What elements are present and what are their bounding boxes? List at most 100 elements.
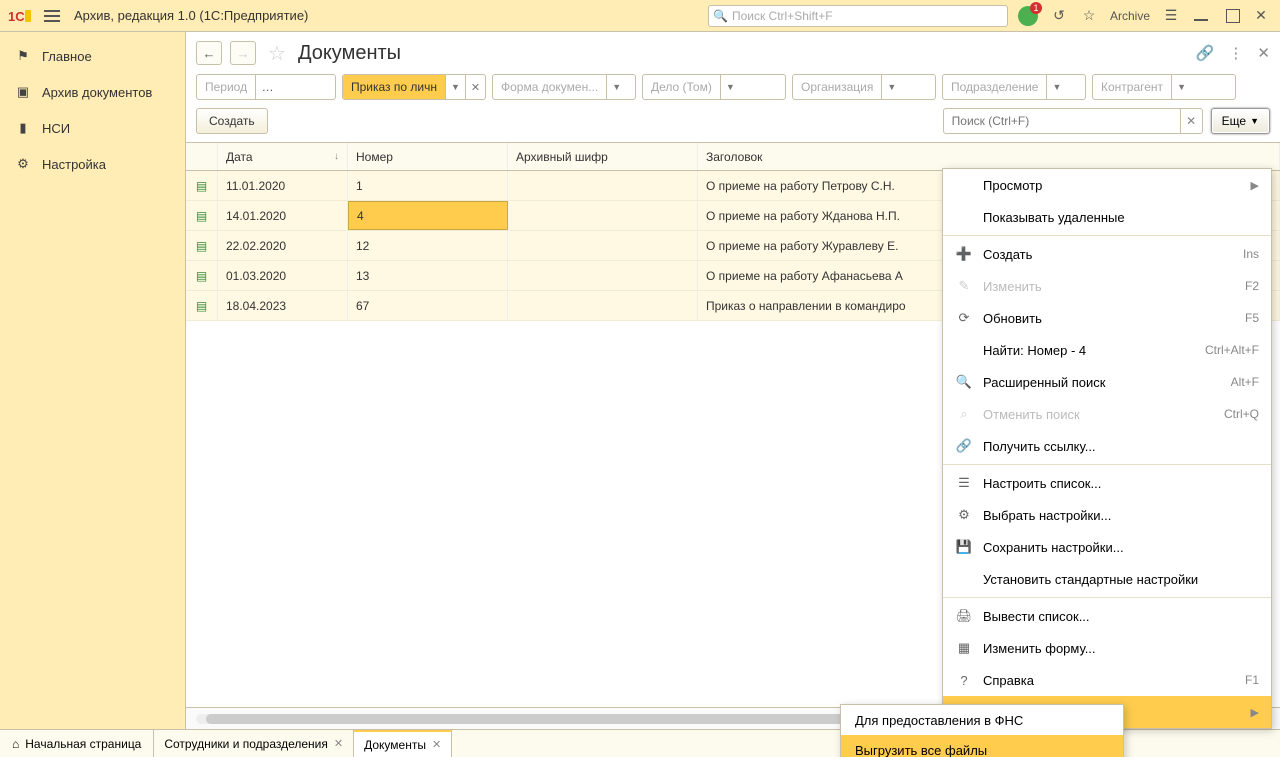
clear-filter-icon[interactable]: ✕ (465, 75, 485, 99)
favorite-toggle-icon[interactable]: ☆ (268, 41, 286, 66)
menu-label: Обновить (983, 311, 1235, 326)
ellipsis-icon[interactable]: … (255, 75, 279, 99)
sidebar: ⚑ Главное ▣ Архив документов ▮ НСИ ⚙ Нас… (0, 32, 186, 729)
sidebar-item-settings[interactable]: ⚙ Настройка (0, 146, 185, 182)
flag-icon: ⚑ (14, 47, 32, 65)
menu-label: Отменить поиск (983, 407, 1214, 422)
sidebar-label: Архив документов (42, 85, 152, 100)
global-search[interactable]: 🔍 Поиск Ctrl+Shift+F (708, 5, 1008, 27)
close-tab-icon[interactable]: ✕ (1257, 44, 1270, 62)
chevron-down-icon[interactable]: ▼ (881, 75, 901, 99)
clear-search-icon[interactable]: ✕ (1180, 109, 1202, 133)
menu-item[interactable]: ▦Изменить форму... (943, 632, 1271, 664)
row-status-icon: ▤ (186, 231, 218, 260)
filter-type[interactable]: Приказ по личн ▼ ✕ (342, 74, 486, 100)
chevron-down-icon[interactable]: ▼ (445, 75, 465, 99)
create-button[interactable]: Создать (196, 108, 268, 134)
more-button[interactable]: Еще ▼ (1211, 108, 1270, 134)
main-area: ← → ☆ Документы 🔗 ⋮ ✕ Период … Приказ по… (186, 32, 1280, 729)
col-number[interactable]: Номер (348, 143, 508, 170)
sidebar-item-nsi[interactable]: ▮ НСИ (0, 110, 185, 146)
col-date[interactable]: Дата↓ (218, 143, 348, 170)
sidebar-label: Главное (42, 49, 92, 64)
minimize-button[interactable] (1192, 7, 1210, 25)
filter-period[interactable]: Период … (196, 74, 336, 100)
row-status-icon: ▤ (186, 201, 218, 230)
filter-form[interactable]: Форма докумен... ▼ (492, 74, 636, 100)
menu-item[interactable]: ⚙Выбрать настройки... (943, 499, 1271, 531)
filter-department[interactable]: Подразделение ▼ (942, 74, 1086, 100)
submenu-item[interactable]: Выгрузить все файлы (841, 735, 1123, 757)
print-icon: 🖨 (955, 608, 973, 624)
grid-search[interactable]: ✕ (943, 108, 1203, 134)
chevron-right-icon: ▶ (1251, 179, 1259, 192)
menu-item[interactable]: ☰ Настроить список... (943, 467, 1271, 499)
row-status-icon: ▤ (186, 291, 218, 320)
history-icon[interactable]: ↺ (1050, 7, 1068, 25)
menu-item[interactable]: Просмотр▶ (943, 169, 1271, 201)
tab-employees[interactable]: Сотрудники и подразделения ✕ (154, 730, 354, 757)
svg-text:1C: 1C (8, 9, 25, 24)
more-menu: Просмотр▶Показывать удаленные ➕СоздатьIns… (942, 168, 1272, 729)
submenu-item[interactable]: Для предоставления в ФНС (841, 705, 1123, 735)
menu-item[interactable]: 💾Сохранить настройки... (943, 531, 1271, 563)
grid-search-input[interactable] (944, 114, 1180, 128)
cell-date: 22.02.2020 (218, 231, 348, 260)
plus-icon: ➕ (955, 246, 973, 262)
kebab-menu-icon[interactable]: ⋮ (1228, 44, 1243, 62)
pencil-icon: ✎ (955, 278, 973, 294)
chevron-down-icon[interactable]: ▼ (720, 75, 740, 99)
link-icon[interactable]: 🔗 (1196, 44, 1215, 62)
close-icon[interactable]: ✕ (334, 737, 343, 750)
menu-item[interactable]: ⟳ОбновитьF5 (943, 302, 1271, 334)
col-archive-code[interactable]: Архивный шифр (508, 143, 698, 170)
tab-label: Документы (364, 738, 426, 752)
sidebar-item-archive[interactable]: ▣ Архив документов (0, 74, 185, 110)
maximize-button[interactable] (1222, 7, 1240, 25)
chevron-down-icon[interactable]: ▼ (606, 75, 626, 99)
menu-hotkey: F1 (1245, 673, 1259, 687)
chevron-down-icon[interactable]: ▼ (1171, 75, 1191, 99)
sidebar-item-main[interactable]: ⚑ Главное (0, 38, 185, 74)
col-title[interactable]: Заголовок (698, 143, 1280, 170)
menu-label: Изменить (983, 279, 1235, 294)
menu-item[interactable]: 🔍Расширенный поискAlt+F (943, 366, 1271, 398)
menu-item[interactable]: 🔗Получить ссылку... (943, 430, 1271, 462)
filter-contractor[interactable]: Контрагент ▼ (1092, 74, 1236, 100)
chevron-down-icon: ▼ (1250, 116, 1259, 126)
menu-item[interactable]: Установить стандартные настройки (943, 563, 1271, 595)
favorite-star-icon[interactable]: ☆ (1080, 7, 1098, 25)
search-icon: 🔍 (955, 374, 973, 390)
menu-item[interactable]: ➕СоздатьIns (943, 238, 1271, 270)
list-icon: ☰ (955, 475, 973, 491)
home-icon: ⌂ (12, 737, 19, 751)
filter-placeholder: Контрагент (1093, 80, 1171, 94)
nav-back-button[interactable]: ← (196, 41, 222, 65)
menu-label: Настроить список... (983, 476, 1259, 491)
menu-item[interactable]: Найти: Номер - 4Ctrl+Alt+F (943, 334, 1271, 366)
home-tab[interactable]: ⌂ Начальная страница (0, 730, 154, 757)
menu-item[interactable]: ?СправкаF1 (943, 664, 1271, 696)
menu-label: Изменить форму... (983, 641, 1259, 656)
tab-documents[interactable]: Документы ✕ (354, 730, 452, 757)
menu-item[interactable]: 🖨Вывести список... (943, 600, 1271, 632)
filter-organization[interactable]: Организация ▼ (792, 74, 936, 100)
cell-date: 18.04.2023 (218, 291, 348, 320)
chevron-down-icon[interactable]: ▼ (1046, 75, 1066, 99)
menu-label: Справка (983, 673, 1235, 688)
menu-item[interactable]: Показывать удаленные (943, 201, 1271, 233)
filter-icon[interactable]: ☰ (1162, 7, 1180, 25)
menu-label: Установить стандартные настройки (983, 572, 1259, 587)
notification-bell-icon[interactable] (1018, 6, 1038, 26)
save-icon: 💾 (955, 539, 973, 555)
filter-case[interactable]: Дело (Том) ▼ (642, 74, 786, 100)
archive-label[interactable]: Archive (1110, 9, 1150, 23)
titlebar-right: ↺ ☆ Archive ☰ ✕ (1018, 6, 1270, 26)
menu-hotkey: Ins (1243, 247, 1259, 261)
menu-item: ✎ИзменитьF2 (943, 270, 1271, 302)
col-icon[interactable] (186, 143, 218, 170)
hamburger-icon[interactable] (40, 6, 64, 26)
nav-forward-button[interactable]: → (230, 41, 256, 65)
close-window-button[interactable]: ✕ (1252, 7, 1270, 25)
close-icon[interactable]: ✕ (432, 738, 441, 751)
